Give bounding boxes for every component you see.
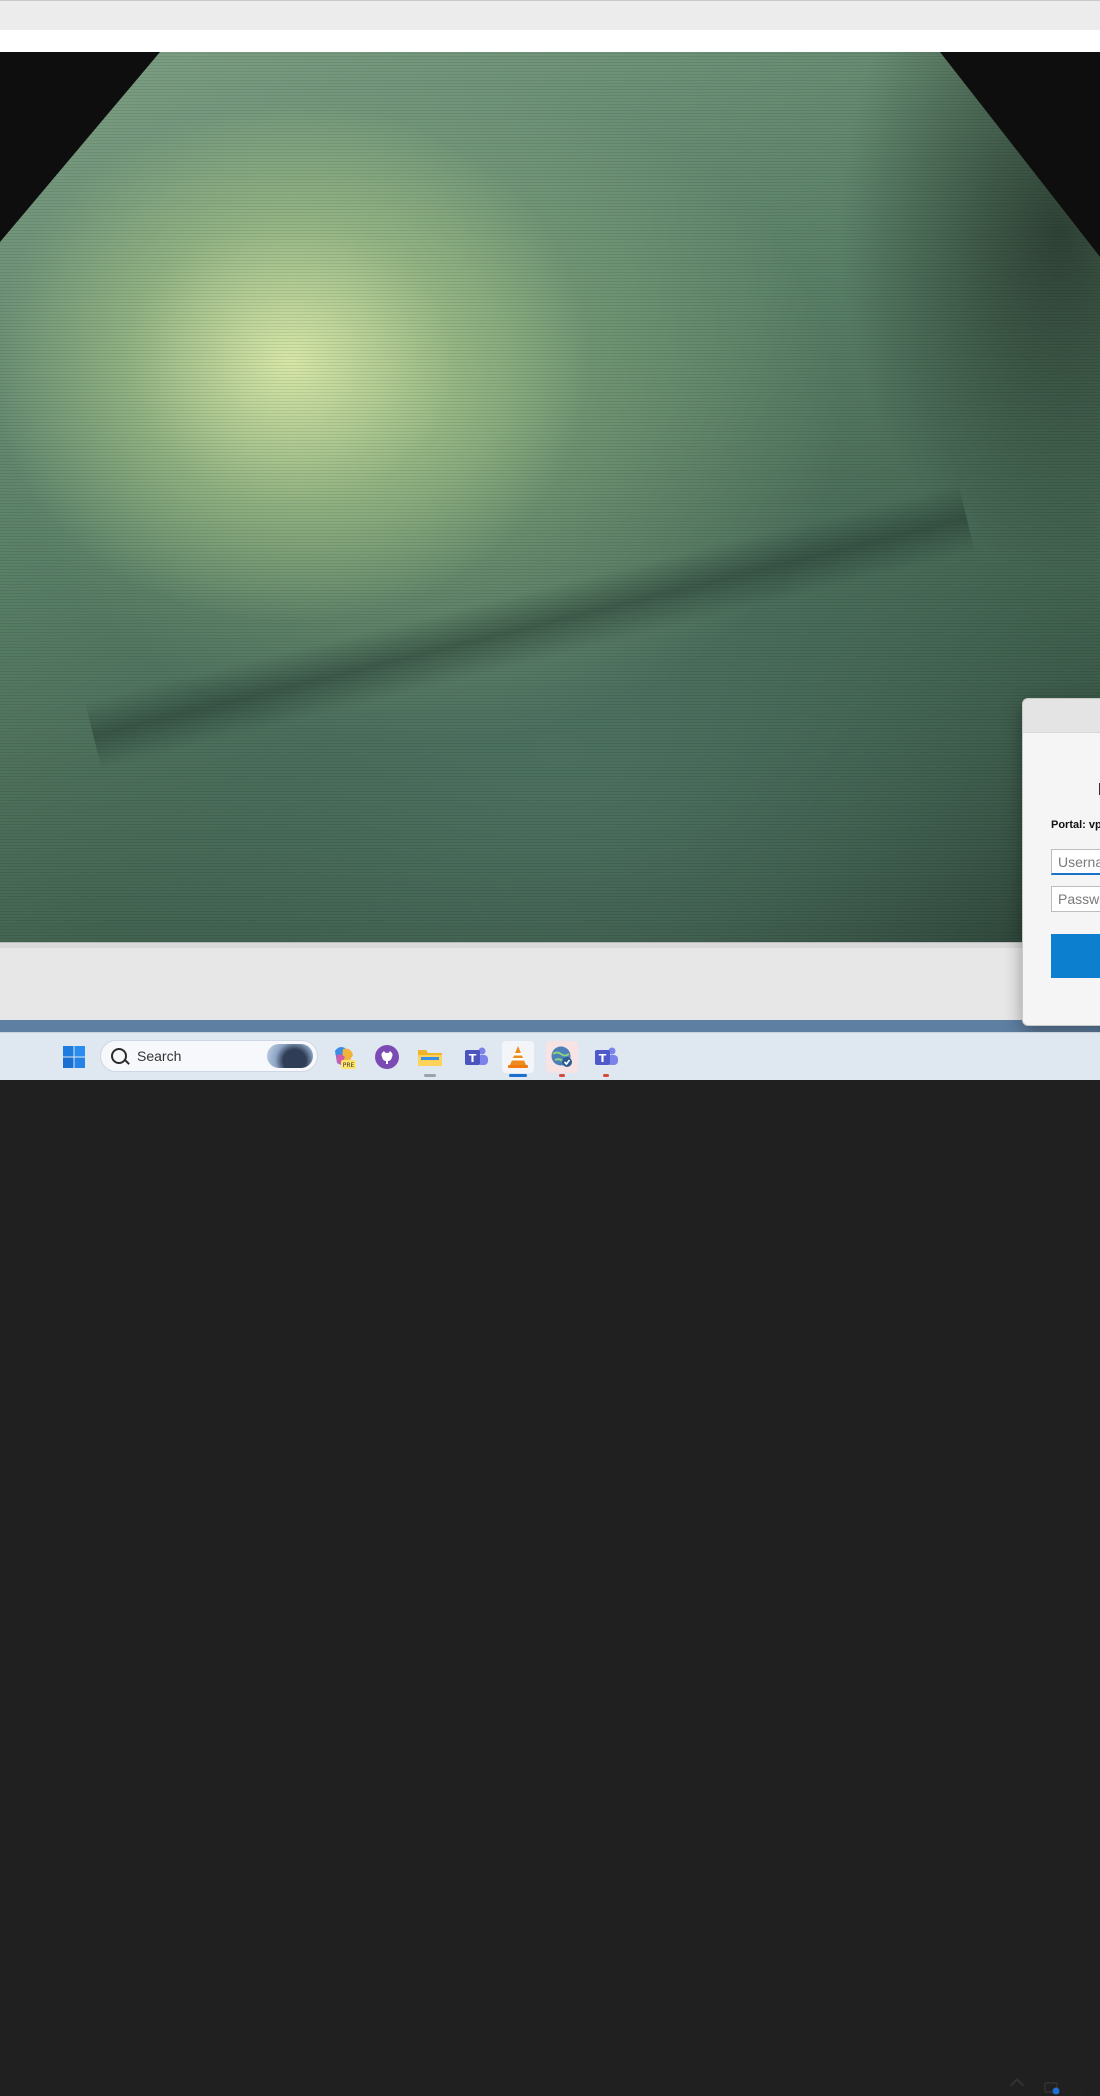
svg-text:T: T	[599, 1052, 607, 1065]
video-viewport[interactable]	[0, 52, 1100, 942]
portal-label: Portal: vp	[1051, 819, 1100, 831]
file-explorer-icon[interactable]	[414, 1041, 446, 1077]
teams-classic-icon[interactable]: T	[460, 1041, 492, 1073]
desktop-wallpaper-strip	[0, 1020, 1100, 1032]
svg-text:PRE: PRE	[343, 1062, 355, 1069]
github-desktop-icon[interactable]	[371, 1041, 403, 1073]
svg-text:T: T	[469, 1052, 477, 1065]
username-input[interactable]: Userna	[1051, 849, 1100, 875]
app-toolbar-strip	[0, 30, 1100, 52]
globalprotect-icon[interactable]	[546, 1041, 578, 1077]
attention-indicator	[603, 1074, 609, 1077]
copilot-pre-icon[interactable]: PRE	[327, 1041, 359, 1073]
network-icon[interactable]	[1044, 2081, 1060, 2095]
endoscope-image	[0, 52, 1100, 942]
attention-indicator	[559, 1074, 565, 1077]
password-input[interactable]: Passwo	[1051, 886, 1100, 912]
connect-button[interactable]	[1051, 934, 1100, 978]
dialog-title-bar[interactable]	[1023, 699, 1100, 733]
taskbar-search-box[interactable]: Search	[100, 1040, 318, 1072]
vlc-icon[interactable]	[502, 1041, 534, 1077]
video-scanlines	[0, 52, 1100, 942]
teams-icon[interactable]: T	[590, 1041, 622, 1077]
language-indicator[interactable]: ENG	[1079, 2082, 1100, 2096]
show-hidden-icons-chevron-icon[interactable]	[1009, 2077, 1025, 2093]
search-highlight-image	[267, 1044, 313, 1068]
controls-panel	[0, 948, 1100, 1020]
search-placeholder: Search	[137, 1048, 182, 1064]
vpn-login-dialog: Portal: vp Userna Passwo	[1022, 698, 1100, 1026]
running-indicator	[424, 1074, 436, 1077]
active-indicator	[509, 1074, 527, 1077]
search-icon	[111, 1048, 127, 1064]
app-title-bar[interactable]	[0, 0, 1100, 30]
windows-start-icon[interactable]	[58, 1041, 90, 1073]
